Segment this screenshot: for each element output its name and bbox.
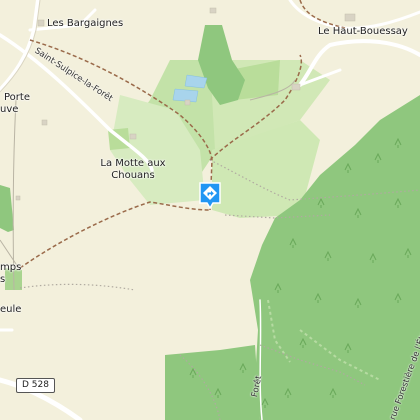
place-label-eule: eule (0, 304, 22, 315)
place-label-le-haut-bouessay: Le Haut-Bouessay (318, 26, 408, 37)
place-label-les-bargaignes: Les Bargaignes (47, 18, 124, 29)
place-label-line: uve (0, 103, 19, 115)
place-label-la-motte-aux-chouans: La Motte aux Chouans (93, 158, 173, 181)
place-label-porte-uve: Porte uve (0, 92, 30, 115)
place-label-line: Chouans (111, 169, 155, 181)
place-label-line: La Motte aux (100, 158, 166, 169)
place-label-line: Porte (4, 92, 30, 103)
road-number-badge: D 528 (16, 378, 55, 393)
place-label-line: mps (0, 262, 22, 273)
map-canvas[interactable]: Les Bargaignes Le Haut-Bouessay La Motte… (0, 0, 420, 420)
forest-area (165, 345, 260, 420)
hedge-strip (0, 185, 14, 232)
direction-sign-icon (199, 182, 221, 209)
place-label-line: s (0, 273, 6, 285)
location-marker[interactable] (198, 181, 222, 209)
place-label-champs: mps s (0, 262, 21, 285)
